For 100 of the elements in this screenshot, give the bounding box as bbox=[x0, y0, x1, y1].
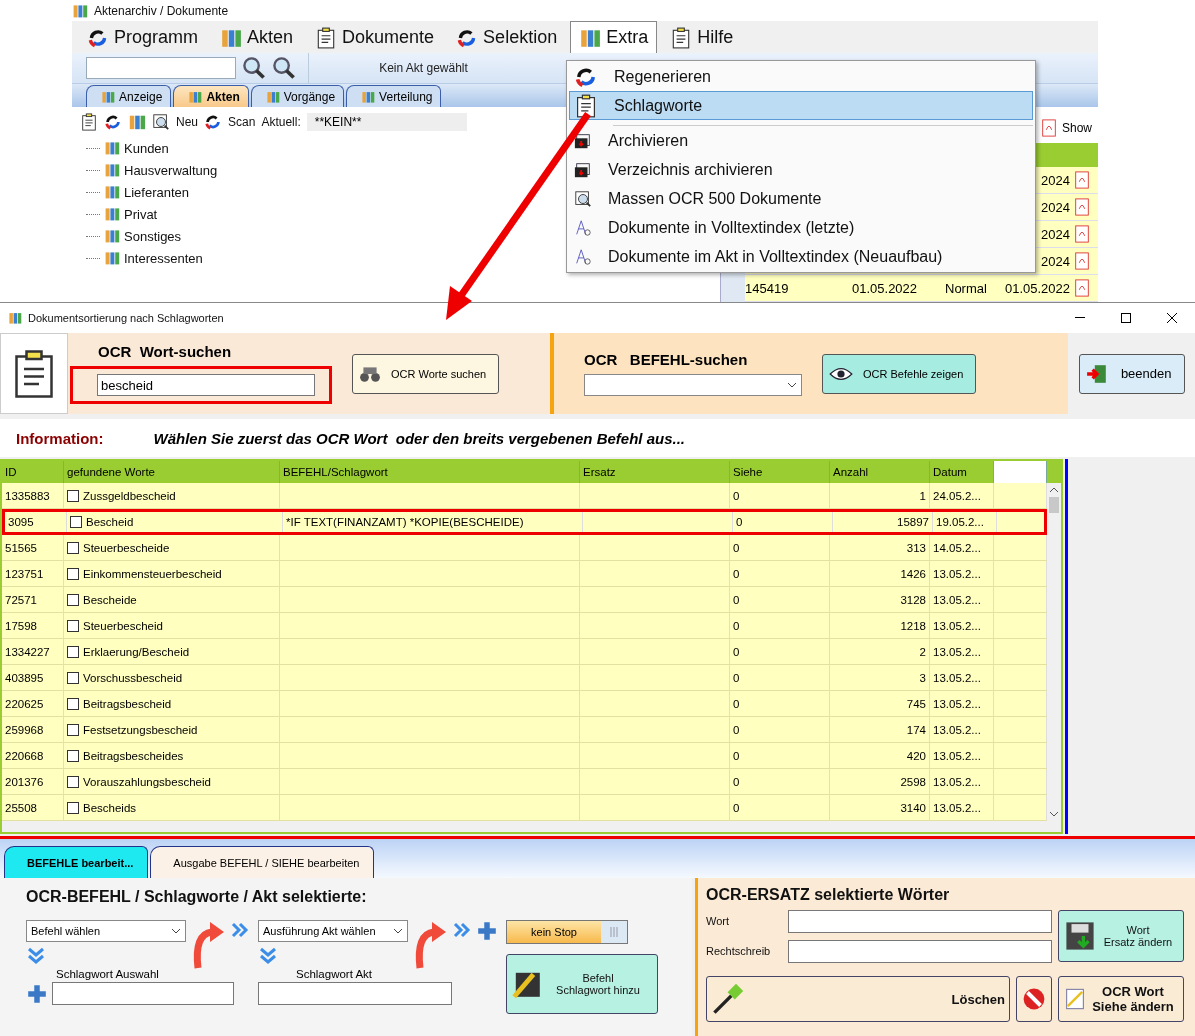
tree-item[interactable]: Interessenten bbox=[124, 250, 203, 266]
scrollbar-thumb[interactable] bbox=[1049, 497, 1059, 513]
table-row[interactable]: 201376 Vorauszahlungsbescheid 0 2598 13.05.2... bbox=[2, 769, 1047, 795]
table-row[interactable]: 145419 01.05.2022 Normal 01.05.2022 bbox=[745, 275, 1098, 302]
menu-item[interactable]: Archivieren bbox=[569, 126, 1033, 155]
cancel-button[interactable] bbox=[1016, 976, 1052, 1022]
checkbox[interactable] bbox=[67, 671, 79, 684]
menu-item[interactable]: Dokumente in Volltextindex (letzte) bbox=[569, 213, 1033, 242]
scrollbar[interactable] bbox=[2, 821, 1061, 832]
table-row[interactable]: 72571 Bescheide 0 3128 13.05.2... bbox=[2, 587, 1047, 613]
stop-toggle[interactable]: kein Stop bbox=[506, 920, 628, 944]
command-dropdown[interactable] bbox=[584, 374, 802, 396]
double-chevron-icon bbox=[26, 946, 46, 966]
replace-word-button[interactable]: Wort Ersatz ändern bbox=[1058, 910, 1184, 962]
refresh-icon bbox=[104, 113, 122, 131]
input-field[interactable] bbox=[52, 982, 234, 1005]
status-label: Kein Akt gewählt bbox=[308, 53, 538, 84]
input-field[interactable] bbox=[258, 982, 452, 1005]
column-header[interactable]: Siehe bbox=[730, 461, 830, 483]
tab[interactable]: Ausgabe BEFEHL / SIEHE bearbeiten bbox=[150, 846, 375, 878]
execution-dropdown[interactable]: Ausführung Akt wählen bbox=[258, 920, 408, 942]
table-cell: 13.05.2... bbox=[933, 723, 981, 736]
column-header[interactable]: Anzahl bbox=[830, 461, 930, 483]
table-row[interactable]: 51565 Steuerbescheide 0 313 14.05.2... bbox=[2, 535, 1047, 561]
table-cell: 13.05.2... bbox=[933, 593, 981, 606]
menu-item[interactable]: Selektion bbox=[447, 21, 567, 54]
column-header[interactable]: gefundene Worte bbox=[64, 461, 280, 483]
table-row[interactable]: 220668 Beitragsbescheides 0 420 13.05.2... bbox=[2, 743, 1047, 769]
exit-button[interactable]: beenden bbox=[1078, 353, 1185, 394]
checkbox[interactable] bbox=[67, 593, 79, 606]
input-field[interactable] bbox=[788, 939, 1052, 963]
table-row[interactable]: 259968 Festsetzungsbescheid 0 174 13.05.2... bbox=[2, 717, 1047, 743]
tree-item[interactable]: Kunden bbox=[124, 140, 169, 156]
table-row[interactable]: 1335883 Zussgeldbescheid 0 1 24.05.2... bbox=[2, 483, 1047, 509]
menu-item[interactable]: Massen OCR 500 Dokumente bbox=[569, 184, 1033, 213]
menu-item[interactable]: Verzeichnis archivieren bbox=[569, 155, 1033, 184]
table-row[interactable]: 123751 Einkommensteuerbescheid 0 1426 13.05.2... bbox=[2, 561, 1047, 587]
table-cell: 0 bbox=[733, 749, 740, 762]
column-header[interactable]: Ersatz bbox=[580, 461, 730, 483]
column-header[interactable]: BEFEHL/Schlagwort bbox=[280, 461, 580, 483]
command-dropdown[interactable]: Befehl wählen bbox=[26, 920, 186, 942]
tab[interactable]: BEFEHLE bearbeit... bbox=[4, 846, 149, 878]
chevron-icon bbox=[787, 382, 797, 388]
delete-button[interactable]: Löschen bbox=[706, 976, 1010, 1022]
checkbox[interactable] bbox=[67, 567, 79, 580]
table-row[interactable]: 1334227 Erklaerung/Bescheid 0 2 13.05.2... bbox=[2, 639, 1047, 665]
see-word-button[interactable]: OCR Wort Siehe ändern bbox=[1058, 976, 1184, 1022]
checkbox[interactable] bbox=[67, 749, 79, 762]
tree-item[interactable]: Privat bbox=[124, 206, 158, 222]
search-field[interactable]: bescheid bbox=[97, 374, 315, 396]
table-cell: 0 bbox=[733, 619, 740, 632]
input-field[interactable] bbox=[788, 909, 1052, 933]
tree-item[interactable]: Sonstiges bbox=[124, 228, 182, 244]
table-row[interactable]: 3095 Bescheid *IF TEXT(FINANZAMT) *KOPIE(BESCHEIDE) 0 15897 19.05.2... bbox=[2, 509, 1047, 535]
column-header[interactable]: ID bbox=[2, 461, 64, 483]
scan-button[interactable]: Scan bbox=[228, 115, 256, 129]
table-cell: *IF TEXT(FINANZAMT) *KOPIE(BESCHEIDE) bbox=[286, 516, 524, 528]
table-row[interactable]: 220625 Beitragsbescheid 0 745 13.05.2... bbox=[2, 691, 1047, 717]
table-cell: 13.05.2... bbox=[933, 645, 981, 658]
menu-item[interactable]: Dokumente im Akt in Volltextindex (Neuaufbau) bbox=[569, 242, 1033, 271]
checkbox[interactable] bbox=[67, 697, 79, 710]
menu-item[interactable]: Regenerieren bbox=[569, 62, 1033, 91]
table-cell: Bescheids bbox=[83, 801, 137, 814]
menu-item[interactable]: Akten bbox=[211, 21, 303, 54]
checkbox[interactable] bbox=[67, 489, 79, 502]
menu-item[interactable]: Programm bbox=[78, 21, 207, 54]
table-cell: 0 bbox=[736, 516, 743, 528]
checkbox[interactable] bbox=[67, 723, 79, 736]
new-button[interactable]: Neu bbox=[176, 115, 198, 129]
search-button[interactable]: OCR Worte suchen bbox=[352, 353, 500, 394]
tab[interactable]: Anzeige bbox=[86, 85, 172, 107]
tab[interactable]: Akten bbox=[173, 85, 249, 107]
add-command-button[interactable]: Befehl Schlagwort hinzu bbox=[506, 954, 658, 1014]
scrollbar[interactable] bbox=[1047, 483, 1061, 821]
menu-item[interactable]: Extra bbox=[570, 21, 658, 54]
tab[interactable]: Vorgänge bbox=[250, 85, 345, 107]
checkbox[interactable] bbox=[67, 775, 79, 788]
checkbox[interactable] bbox=[67, 801, 79, 814]
table-row[interactable]: 403895 Vorschussbescheid 0 3 13.05.2... bbox=[2, 665, 1047, 691]
show-commands-button[interactable]: OCR Befehle zeigen bbox=[822, 353, 977, 394]
table-row[interactable]: 17598 Steuerbescheid 0 1218 13.05.2... bbox=[2, 613, 1047, 639]
search-field[interactable] bbox=[86, 57, 236, 80]
table-cell: 745 bbox=[906, 697, 926, 710]
tree-item[interactable]: Hausverwaltung bbox=[124, 162, 218, 178]
checkbox[interactable] bbox=[67, 541, 79, 554]
section-heading: OCR-ERSATZ selektierte Wörter bbox=[706, 886, 951, 904]
tab[interactable]: Verteilung bbox=[346, 85, 442, 107]
checkbox[interactable] bbox=[70, 516, 82, 528]
checkbox[interactable] bbox=[67, 619, 79, 632]
table-cell: 0 bbox=[733, 801, 740, 814]
folder-icon bbox=[574, 131, 592, 150]
checkbox[interactable] bbox=[67, 645, 79, 658]
menu-item[interactable]: Schlagworte bbox=[569, 91, 1033, 120]
section-heading: OCR-BEFEHL / Schlagworte / Akt selektierte: bbox=[26, 888, 368, 906]
show-button[interactable]: Show bbox=[1039, 119, 1092, 137]
table-cell: Bescheide bbox=[83, 593, 137, 606]
menu-item[interactable]: Dokumente bbox=[306, 21, 444, 54]
tree-item[interactable]: Lieferanten bbox=[124, 184, 190, 200]
table-cell: 1335883 bbox=[5, 489, 50, 502]
menu-item[interactable]: Hilfe bbox=[661, 21, 743, 54]
